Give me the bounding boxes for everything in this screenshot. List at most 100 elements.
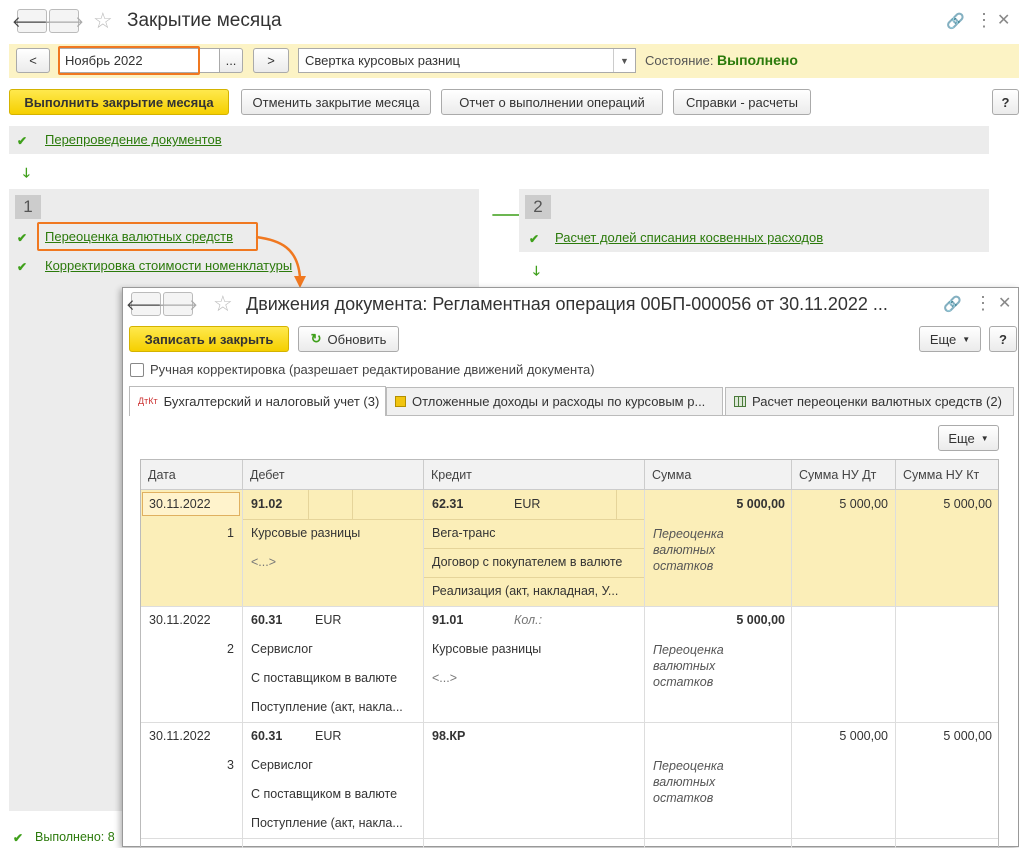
favorite-star-icon[interactable]: ☆ xyxy=(93,10,113,32)
col-credit[interactable]: Кредит xyxy=(424,460,645,490)
check-icon: ✔ xyxy=(529,232,540,246)
col-divider xyxy=(895,490,896,848)
cell-divider xyxy=(616,490,617,519)
credit-subconto: Вега-транс xyxy=(432,526,496,540)
dropdown-icon: ▼ xyxy=(962,334,971,344)
row-number: 1 xyxy=(227,526,234,540)
row-sum: 5 000,00 xyxy=(736,613,785,627)
dropdown-icon[interactable]: ▼ xyxy=(613,49,635,72)
debit-account: 60.31 xyxy=(251,613,283,627)
forward-icon[interactable]: 🡒 xyxy=(44,9,84,33)
more-icon[interactable]: ⋮ xyxy=(975,10,993,31)
cell-divider xyxy=(352,490,353,519)
favorite-star-icon[interactable]: ☆ xyxy=(213,293,233,315)
revaluation-highlight xyxy=(37,222,258,251)
debit-subconto: С поставщиком в валюте xyxy=(251,787,398,801)
credit-account: 98.КР xyxy=(432,729,466,743)
dropdown-icon: ▼ xyxy=(980,433,989,443)
row-content: Переоценка валютных остатков xyxy=(653,759,724,805)
row-sum-nu-dt: 5 000,00 xyxy=(839,729,888,743)
credit-currency: EUR xyxy=(514,497,541,511)
refresh-label: Обновить xyxy=(327,331,387,347)
run-close-month-button[interactable]: Выполнить закрытие месяца xyxy=(9,89,229,115)
tab-accounting[interactable]: ДтКт Бухгалтерский и налоговый учет (3) xyxy=(129,386,386,416)
debit-subconto: Сервислог xyxy=(251,642,313,656)
col-debit[interactable]: Дебет xyxy=(243,460,424,490)
check-icon: ✔ xyxy=(17,134,28,148)
row-sum: 5 000,00 xyxy=(736,497,785,511)
manual-correction-checkbox[interactable] xyxy=(130,363,144,377)
operation-select[interactable]: Свертка курсовых разниц ▼ xyxy=(298,48,636,73)
debit-subconto: С поставщиком в валюте xyxy=(251,671,398,685)
period-next-button[interactable]: > xyxy=(253,48,289,73)
row-sum-nu-dt: 5 000,00 xyxy=(839,497,888,511)
period-highlight xyxy=(58,46,200,75)
operation-select-value: Свертка курсовых разниц xyxy=(305,53,460,68)
help-button[interactable]: ? xyxy=(992,89,1019,115)
col-divider xyxy=(242,490,243,848)
report-button[interactable]: Отчет о выполнении операций xyxy=(441,89,663,115)
col-divider xyxy=(644,490,645,848)
back-icon[interactable]: 🡐 xyxy=(12,9,52,33)
tab-deferred[interactable]: Отложенные доходы и расходы по курсовым … xyxy=(386,387,723,415)
row-date: 30.11.2022 xyxy=(149,497,211,511)
cell-divider xyxy=(308,490,309,519)
row-content: Переоценка валютных остатков xyxy=(653,643,724,689)
help-button[interactable]: ? xyxy=(989,326,1017,352)
grid-more-button[interactable]: Еще ▼ xyxy=(938,425,999,451)
period-prev-button[interactable]: < xyxy=(16,48,50,73)
link-icon[interactable]: 🔗 xyxy=(943,295,962,313)
row-divider xyxy=(141,722,998,723)
tab-revaluation-label: Расчет переоценки валютных средств (2) xyxy=(752,394,1002,409)
credit-subconto: Реализация (акт, накладная, У... xyxy=(432,584,619,598)
cell-divider xyxy=(424,577,645,578)
manual-correction-label: Ручная корректировка (разрешает редактир… xyxy=(150,362,595,377)
link-icon[interactable]: 🔗 xyxy=(946,12,965,30)
check-icon: ✔ xyxy=(13,831,24,845)
forward-icon[interactable]: 🡒 xyxy=(158,292,198,316)
col-sum-nu-dt[interactable]: Сумма НУ Дт xyxy=(792,460,896,490)
col-divider xyxy=(791,490,792,848)
period-select-button[interactable]: ... xyxy=(219,48,243,73)
check-icon: ✔ xyxy=(17,260,28,274)
state-label: Состояние: xyxy=(645,53,714,68)
more-icon[interactable]: ⋮ xyxy=(974,293,992,314)
back-icon[interactable]: 🡐 xyxy=(126,292,166,316)
more-button[interactable]: Еще ▼ xyxy=(919,326,981,352)
tab-revaluation[interactable]: Расчет переоценки валютных средств (2) xyxy=(725,387,1014,415)
row-date: 30.11.2022 xyxy=(149,613,211,627)
debit-currency: EUR xyxy=(315,729,342,743)
credit-subconto: Договор с покупателем в валюте xyxy=(432,555,623,569)
repost-link[interactable]: Перепроведение документов xyxy=(45,132,222,147)
close-icon[interactable]: ✕ xyxy=(997,10,1010,30)
debit-currency: EUR xyxy=(315,613,342,627)
refs-button[interactable]: Справки - расчеты xyxy=(673,89,811,115)
table-icon xyxy=(734,396,746,407)
tab-accounting-label: Бухгалтерский и налоговый учет (3) xyxy=(163,394,380,409)
dialog-title: Движения документа: Регламентная операци… xyxy=(246,294,888,314)
col-divider xyxy=(423,490,424,848)
col-sum[interactable]: Сумма xyxy=(645,460,792,490)
col-date[interactable]: Дата xyxy=(141,460,243,490)
debit-account: 60.31 xyxy=(251,729,283,743)
step1-number: 1 xyxy=(15,195,41,219)
credit-subconto: Курсовые разницы xyxy=(432,642,542,656)
close-icon[interactable]: ✕ xyxy=(998,293,1011,313)
credit-subconto: <...> xyxy=(432,671,458,685)
save-close-button[interactable]: Записать и закрыть xyxy=(129,326,289,352)
debit-subconto: <...> xyxy=(251,555,277,569)
register-icon xyxy=(395,396,406,407)
credit-quantity-label: Кол.: xyxy=(514,613,543,627)
debit-subconto: Курсовые разницы xyxy=(251,526,361,540)
credit-account: 91.01 xyxy=(432,613,464,627)
cell-divider xyxy=(424,548,645,549)
refresh-button[interactable]: ↻ Обновить xyxy=(298,326,399,352)
step2-item-indirect[interactable]: Расчет долей списания косвенных расходов xyxy=(555,230,823,245)
row-sum-nu-kt: 5 000,00 xyxy=(943,729,992,743)
arrow-down-icon: 🡓 xyxy=(533,263,540,278)
debit-subconto: Сервислог xyxy=(251,758,313,772)
cancel-close-month-button[interactable]: Отменить закрытие месяца xyxy=(241,89,431,115)
document-movements-window: 🡐 🡒 ☆ Движения документа: Регламентная о… xyxy=(122,287,1019,848)
col-sum-nu-kt[interactable]: Сумма НУ Кт xyxy=(896,460,998,490)
row-number: 2 xyxy=(227,642,234,656)
